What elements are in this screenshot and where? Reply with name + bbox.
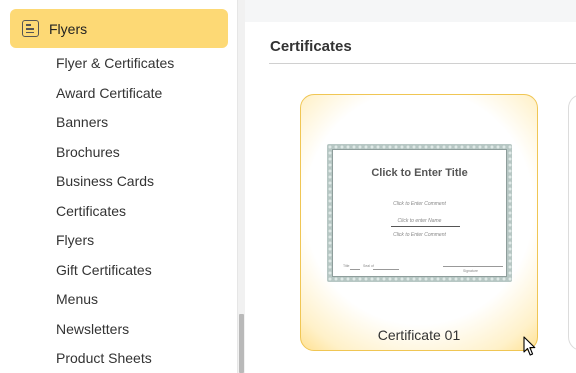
main-panel: Certificates Click to Enter Title Click … (245, 0, 576, 373)
sidebar-scrollbar[interactable] (237, 0, 245, 373)
sidebar-item-flyers[interactable]: Flyers (56, 230, 94, 250)
certificate-footer-seal: Seal of (363, 264, 374, 268)
sidebar-item-banners[interactable]: Banners (56, 112, 108, 132)
section-title: Certificates (270, 38, 352, 55)
template-card-certificate-01[interactable]: Click to Enter Title Click to Enter Comm… (300, 94, 538, 351)
certificate-paper: Click to Enter Title Click to Enter Comm… (332, 149, 507, 277)
sidebar-item-business-cards[interactable]: Business Cards (56, 171, 154, 191)
category-title: Flyers (49, 20, 88, 37)
sidebar-item-certificates[interactable]: Certificates (56, 201, 126, 221)
certificate-footer-signature: Signature (463, 269, 478, 273)
sidebar-scrollbar-thumb[interactable] (239, 314, 244, 373)
document-icon (22, 20, 39, 37)
top-bar (245, 0, 576, 22)
mouse-cursor-icon (523, 336, 536, 356)
certificate-footer-rule (373, 269, 399, 270)
category-flyers[interactable]: Flyers (10, 9, 228, 48)
certificate-name-rule (391, 226, 460, 227)
certificate-signature-rule (443, 266, 503, 267)
certificate-footer-rule (350, 269, 360, 270)
template-card-label: Certificate 01 (377, 327, 461, 343)
sidebar-item-menus[interactable]: Menus (56, 289, 98, 309)
sidebar-item-gift-certificates[interactable]: Gift Certificates (56, 260, 152, 280)
sidebar-item-product-sheets[interactable]: Product Sheets (56, 348, 152, 368)
certificate-title: Click to Enter Title (371, 167, 468, 179)
sidebar: Flyers Flyer & Certificates Award Certif… (0, 0, 237, 373)
certificate-comment-top: Click to Enter Comment (393, 201, 446, 207)
sidebar-item-brochures[interactable]: Brochures (56, 142, 120, 162)
sidebar-item-award-certificate[interactable]: Award Certificate (56, 83, 162, 103)
sidebar-item-flyer-certificates[interactable]: Flyer & Certificates (56, 53, 174, 73)
section-divider (269, 63, 576, 64)
certificate-footer-title: Title (343, 264, 350, 268)
certificate-thumbnail: Click to Enter Title Click to Enter Comm… (327, 144, 512, 282)
certificate-name: Click to enter Name (397, 218, 442, 224)
sidebar-item-newsletters[interactable]: Newsletters (56, 319, 129, 339)
template-card-next[interactable] (568, 94, 576, 351)
certificate-comment-bottom: Click to Enter Comment (393, 232, 446, 238)
